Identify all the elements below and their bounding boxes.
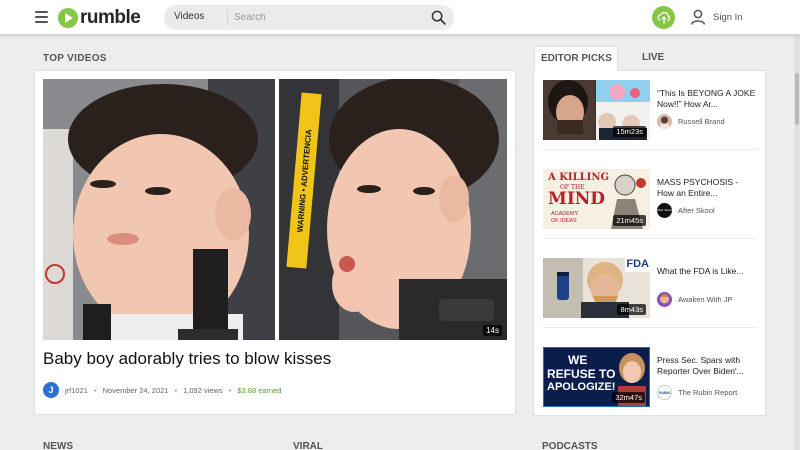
search-divider bbox=[227, 10, 228, 25]
thumb-text-line: ACADEMY bbox=[551, 211, 579, 217]
pick-divider bbox=[543, 327, 758, 328]
tab-live[interactable]: LIVE bbox=[642, 52, 664, 63]
upload-date: November 24, 2021 bbox=[102, 385, 169, 395]
thumb-text-line: MIND bbox=[548, 189, 606, 209]
pick-title[interactable]: Press Sec. Spars with Reporter Over Bide… bbox=[657, 355, 757, 377]
featured-video-meta: J jrf1021 • November 24, 2021 • 1,092 vi… bbox=[43, 382, 282, 398]
search-category-select[interactable]: Videos bbox=[174, 11, 204, 22]
editor-picks-panel: 15m23s “This Is BEYONG A JOKE Now!!” How… bbox=[533, 70, 766, 416]
search-input[interactable] bbox=[234, 8, 414, 27]
pick-thumbnail[interactable]: A KILLING OF THE MIND ACADEMY OF IDEAS 2… bbox=[543, 169, 650, 229]
channel-name: The Rubin Report bbox=[678, 388, 738, 397]
pick-channel[interactable]: Russell Brand bbox=[657, 114, 725, 129]
section-heading-podcasts: PODCASTS bbox=[542, 441, 598, 450]
meta-separator: • bbox=[174, 385, 178, 395]
scrollbar-thumb[interactable] bbox=[795, 73, 799, 125]
pick-duration: 32m47s bbox=[612, 392, 645, 403]
pick-item: WE REFUSE TO APOLOGIZE! 32m47s Press Sec… bbox=[543, 347, 758, 409]
user-icon[interactable] bbox=[688, 7, 708, 27]
pick-item: A KILLING OF THE MIND ACADEMY OF IDEAS 2… bbox=[543, 169, 758, 231]
video-duration: 14s bbox=[483, 325, 502, 336]
page-scrollbar[interactable] bbox=[794, 35, 800, 450]
pick-duration: 21m45s bbox=[613, 215, 646, 226]
tab-editor-picks[interactable]: EDITOR PICKS bbox=[534, 46, 618, 71]
channel-name: Awaken With JP bbox=[678, 295, 733, 304]
thumb-text-line: WE bbox=[568, 353, 588, 367]
thumb-text-line: A KILLING bbox=[548, 172, 610, 183]
section-heading-viral: VIRAL bbox=[293, 441, 323, 450]
channel-avatar: After Skool bbox=[657, 203, 672, 218]
logo-text: rumble bbox=[80, 7, 141, 28]
pick-title[interactable]: What the FDA is Like... bbox=[657, 266, 757, 277]
top-header: rumble Videos Sign In bbox=[0, 0, 800, 35]
earnings: $3.88 earned bbox=[237, 385, 282, 395]
pick-duration: 8m43s bbox=[617, 304, 646, 315]
rumble-play-icon bbox=[58, 8, 78, 28]
pick-title[interactable]: “This Is BEYONG A JOKE Now!!” How Ar... bbox=[657, 88, 757, 110]
pick-channel[interactable]: After Skool After Skool bbox=[657, 203, 715, 218]
channel-avatar-text: RUBIN bbox=[658, 390, 671, 395]
channel-name: Russell Brand bbox=[678, 117, 725, 126]
featured-video-title[interactable]: Baby boy adorably tries to blow kisses bbox=[43, 349, 331, 369]
pick-thumbnail[interactable]: FDA 8m43s bbox=[543, 258, 650, 318]
view-count: 1,092 views bbox=[183, 385, 223, 395]
rumble-logo[interactable]: rumble bbox=[58, 7, 141, 29]
upload-button[interactable] bbox=[652, 6, 675, 29]
sign-in-link[interactable]: Sign In bbox=[713, 12, 743, 23]
search-bar: Videos bbox=[164, 5, 454, 30]
featured-video-thumbnail[interactable]: WARNING • ADVERTENCIA 14s bbox=[43, 79, 507, 340]
channel-avatar[interactable]: J bbox=[43, 382, 59, 398]
pick-divider bbox=[543, 238, 758, 239]
upload-icon bbox=[657, 11, 670, 23]
pick-channel[interactable]: Awaken With JP bbox=[657, 292, 732, 307]
channel-avatar-text: After Skool bbox=[657, 208, 672, 212]
menu-icon[interactable] bbox=[35, 11, 48, 23]
pick-channel[interactable]: RUBIN The Rubin Report bbox=[657, 385, 737, 400]
warning-label-text: WARNING • ADVERTENCIA bbox=[295, 128, 313, 233]
channel-avatar: RUBIN bbox=[657, 385, 672, 400]
pick-title[interactable]: MASS PSYCHOSIS - How an Entire... bbox=[657, 177, 757, 199]
featured-video-card: WARNING • ADVERTENCIA 14s Baby boy adora… bbox=[34, 70, 516, 415]
section-heading-news: NEWS bbox=[43, 441, 73, 450]
search-icon[interactable] bbox=[431, 10, 446, 25]
channel-avatar bbox=[657, 292, 672, 307]
pick-divider bbox=[543, 149, 758, 150]
pick-duration: 15m23s bbox=[613, 126, 646, 137]
pick-thumbnail[interactable]: 15m23s bbox=[543, 80, 650, 140]
meta-separator: • bbox=[93, 385, 97, 395]
thumb-text-line: APOLOGIZE! bbox=[547, 381, 616, 393]
top-videos-heading: TOP VIDEOS bbox=[43, 53, 107, 64]
channel-name: After Skool bbox=[678, 206, 715, 215]
thumb-fda-text: FDA bbox=[626, 258, 649, 270]
channel-avatar bbox=[657, 114, 672, 129]
pick-item: FDA 8m43s What the FDA is Like... Awaken… bbox=[543, 258, 758, 320]
pick-thumbnail[interactable]: WE REFUSE TO APOLOGIZE! 32m47s bbox=[543, 347, 650, 407]
thumb-text-line: REFUSE TO bbox=[547, 367, 616, 381]
thumb-text-line: OF IDEAS bbox=[551, 218, 577, 224]
meta-separator: • bbox=[228, 385, 232, 395]
baby-photo-left bbox=[43, 79, 275, 340]
channel-name[interactable]: jrf1021 bbox=[65, 386, 88, 395]
pick-item: 15m23s “This Is BEYONG A JOKE Now!!” How… bbox=[543, 80, 758, 142]
